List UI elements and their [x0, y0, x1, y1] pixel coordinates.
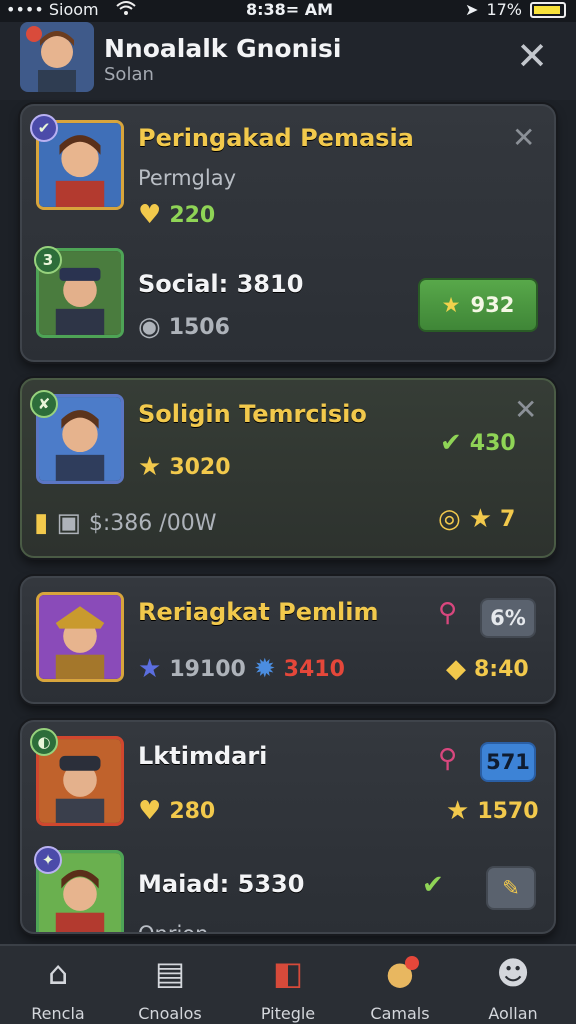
coin-stat: ◉ 1506: [138, 312, 230, 342]
star-stat: ★ 3020: [138, 452, 231, 482]
deck-icon: ◧: [272, 954, 304, 992]
nav-label: Pitegle: [260, 1004, 316, 1023]
price-row: ▮ ▣ $:386 /00W: [34, 508, 217, 538]
profile-icon: ☻: [496, 954, 530, 992]
player-card-2[interactable]: ✘ Soligin Temrcisio ★ 3020 ✕ ✔ 430 ▮ ▣ $…: [20, 378, 556, 558]
percent-badge[interactable]: 6%: [480, 598, 536, 638]
player-avatar: [36, 592, 124, 682]
player-card-1[interactable]: ✔ Peringakad Pemasia Permglay ♥ 220 ✕ 3 …: [20, 104, 556, 362]
nav-label: Camals: [370, 1004, 430, 1023]
home-icon: ⌂: [47, 954, 69, 992]
notification-badge: [405, 956, 419, 970]
gear-icon: ✹: [253, 654, 276, 684]
rank-badge: ◐: [30, 728, 58, 756]
carrier-text: •••• Sioom: [6, 0, 99, 19]
chest-icon: ▣: [56, 508, 81, 538]
player-card-3[interactable]: Reriagkat Pemlim ★ 19100 ✹ 3410 ⚲ 6% ◆ 8…: [20, 576, 556, 704]
star-icon: ★: [138, 654, 162, 684]
profile-avatar[interactable]: [20, 22, 94, 92]
medal-icon: ◎: [438, 504, 461, 534]
close-icon[interactable]: ✕: [512, 36, 552, 76]
status-bar: •••• Sioom 8:38= AM ➤ 17%: [0, 0, 576, 22]
second-score: Maiad: 5330: [138, 870, 305, 898]
check-icon: ✔: [422, 870, 444, 900]
page-title: Nnoalalk Gnonisi: [104, 34, 342, 63]
card-title: Soligin Temrcisio: [138, 400, 367, 428]
nav-item-chat[interactable]: ● Camals: [345, 952, 455, 1023]
check-mark: ✔: [422, 872, 444, 898]
gem-stats: ★ 19100 ✹ 3410: [138, 654, 345, 684]
rank-badge: ✘: [30, 390, 58, 418]
edit-button[interactable]: ✎: [486, 866, 536, 910]
trophy-stat: ♥ 280: [138, 796, 216, 826]
token-icon: ▮: [34, 508, 49, 538]
dismiss-icon[interactable]: ✕: [512, 124, 535, 152]
trophy-stat: ♥ 220: [138, 200, 216, 230]
star-icon: ★: [468, 504, 492, 534]
dismiss-icon[interactable]: ✕: [514, 396, 537, 424]
gold-stat: ◆ 8:40: [446, 654, 529, 684]
check-icon: ✔: [440, 428, 462, 458]
card-subtitle: Permglay: [138, 166, 237, 190]
nav-item-deck[interactable]: ◧ Pitegle: [233, 952, 343, 1023]
coin-icon: ◉: [138, 312, 161, 342]
rank-badge: ✔: [30, 114, 58, 142]
nav-label: Aollan: [488, 1004, 538, 1023]
cards-icon: ▤: [154, 954, 186, 992]
star-icon: ★: [446, 796, 470, 826]
nav-label: Rencla: [31, 1004, 85, 1023]
potion-icon: ⚲: [438, 744, 458, 774]
battery-icon: [530, 1, 566, 18]
star-icon: ★: [441, 293, 461, 317]
card-title: Peringakad Pemasia: [138, 124, 414, 152]
claim-button[interactable]: ★ 932: [418, 278, 538, 332]
app-header: Nnoalalk Gnonisi Solan ✕: [0, 22, 576, 100]
rank-badge: 3: [34, 246, 62, 274]
nav-item-home[interactable]: ⌂ Rencla: [3, 952, 113, 1023]
wifi-icon: [116, 0, 136, 20]
location-icon: ➤: [465, 0, 479, 19]
nav-item-profile[interactable]: ☻ Aollan: [458, 952, 568, 1023]
star-icon: ★: [138, 452, 162, 482]
social-score: Social: 3810: [138, 270, 304, 298]
nav-label: Cnoalos: [138, 1004, 202, 1023]
gold-bar-icon: ◆: [446, 654, 466, 684]
star-stat: ★ 1570: [446, 796, 539, 826]
card-title: Reriagkat Pemlim: [138, 598, 379, 626]
boost-badge: ⚲: [438, 746, 457, 772]
boost-badge: ⚲: [438, 600, 457, 626]
nav-item-cards[interactable]: ▤ Cnoalos: [115, 952, 225, 1023]
player-card-4[interactable]: ◐ Lktimdari ♥ 280 ⚲ 571 ★ 1570 ✦ Maiad: …: [20, 720, 556, 934]
clock: 8:38= AM: [246, 0, 334, 19]
battery-percent: 17%: [486, 0, 522, 19]
chat-icon: ●: [386, 954, 414, 992]
heart-icon: ♥: [138, 796, 162, 826]
card-title: Lktimdari: [138, 742, 268, 770]
check-stat: ✔ 430: [440, 428, 516, 458]
pencil-icon: ✎: [502, 876, 520, 900]
bottom-nav: ⌂ Rencla ▤ Cnoalos ◧ Pitegle ● Camals ☻ …: [0, 944, 576, 1024]
potion-icon: ⚲: [438, 598, 458, 628]
medal-stat: ◎ ★ 7: [438, 504, 516, 534]
level-badge[interactable]: 571: [480, 742, 536, 782]
page-subtitle: Solan: [104, 64, 154, 85]
heart-icon: ♥: [138, 200, 162, 230]
rank-badge: ✦: [34, 846, 62, 874]
card-subtitle: Onrion: [138, 922, 209, 934]
